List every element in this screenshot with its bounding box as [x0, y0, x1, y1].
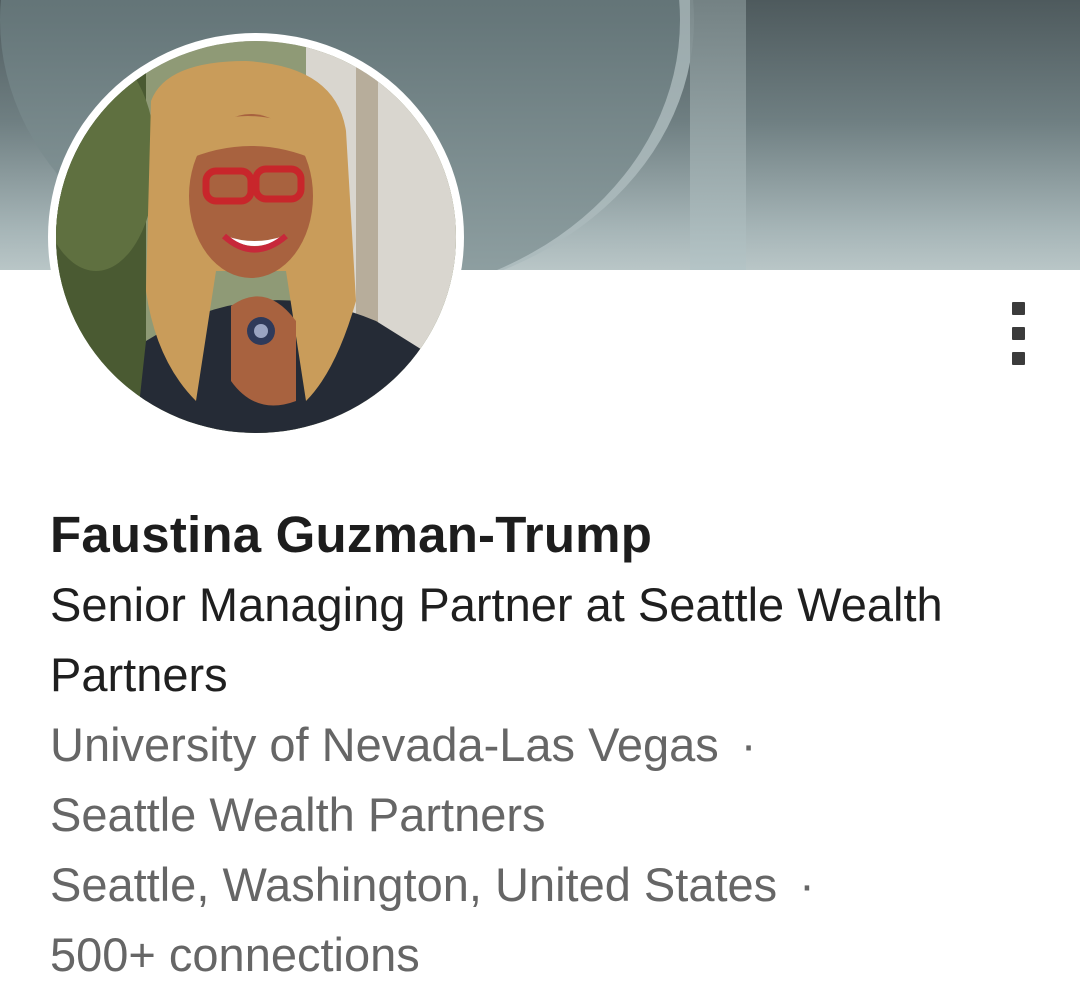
separator-dot: ·	[799, 858, 815, 911]
more-vertical-icon	[1011, 301, 1025, 315]
avatar[interactable]	[56, 41, 456, 433]
profile-name: Faustina Guzman-Trump	[50, 506, 653, 563]
profile-education-line: University of Nevada-Las Vegas ·	[50, 710, 1010, 780]
separator-dot: ·	[740, 718, 757, 771]
avatar-portrait	[56, 41, 456, 433]
profile-connections[interactable]: 500+ connections	[50, 920, 1010, 990]
profile-info: Faustina Guzman-Trump Senior Managing Pa…	[50, 500, 1010, 990]
profile-location: Seattle, Washington, United States	[50, 858, 778, 911]
profile-headline: Senior Managing Partner at Seattle Wealt…	[50, 578, 943, 701]
profile-company[interactable]: Seattle Wealth Partners	[50, 780, 1010, 850]
cover-stripe-decoration	[690, 0, 746, 270]
more-vertical-icon	[1011, 351, 1025, 365]
avatar-ring	[48, 33, 464, 441]
profile-education[interactable]: University of Nevada-Las Vegas	[50, 718, 719, 771]
more-vertical-icon	[1011, 326, 1025, 340]
profile-location-line: Seattle, Washington, United States ·	[50, 850, 1010, 920]
more-options-button[interactable]	[995, 290, 1041, 376]
profile-page: Faustina Guzman-Trump Senior Managing Pa…	[0, 0, 1080, 1004]
